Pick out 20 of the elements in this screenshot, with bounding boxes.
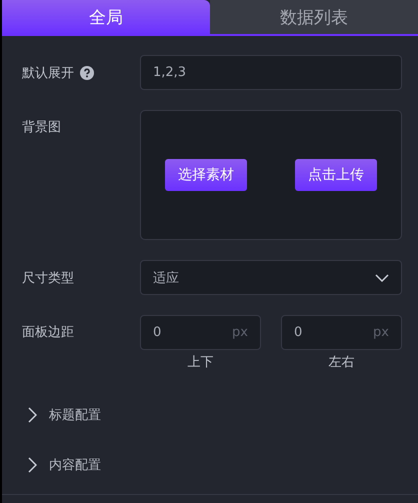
- number-input[interactable]: 0 px: [281, 315, 402, 350]
- number-input[interactable]: 0 px: [140, 315, 261, 350]
- field-label: 尺寸类型: [22, 270, 74, 286]
- field-label: 面板边距: [22, 324, 74, 341]
- action-button[interactable]: 选择素材: [165, 159, 247, 191]
- input-field[interactable]: 1,2,3: [140, 55, 402, 90]
- field-caption: 左右: [328, 354, 354, 371]
- tab[interactable]: 数据列表: [210, 0, 418, 34]
- chevron-down-icon: [375, 274, 389, 282]
- action-button[interactable]: 点击上传: [295, 159, 377, 191]
- section-header[interactable]: 标题配置: [28, 405, 418, 425]
- field-label: 背景图: [22, 119, 61, 136]
- unit-label: px: [232, 325, 248, 340]
- unit-label: px: [373, 325, 389, 340]
- help-icon[interactable]: [80, 66, 94, 80]
- select-field[interactable]: 适应: [140, 260, 402, 295]
- tab[interactable]: 全局: [2, 0, 210, 34]
- field-label: 默认展开: [22, 64, 74, 82]
- section-header[interactable]: 内容配置: [28, 455, 418, 475]
- field-caption: 上下: [188, 354, 214, 371]
